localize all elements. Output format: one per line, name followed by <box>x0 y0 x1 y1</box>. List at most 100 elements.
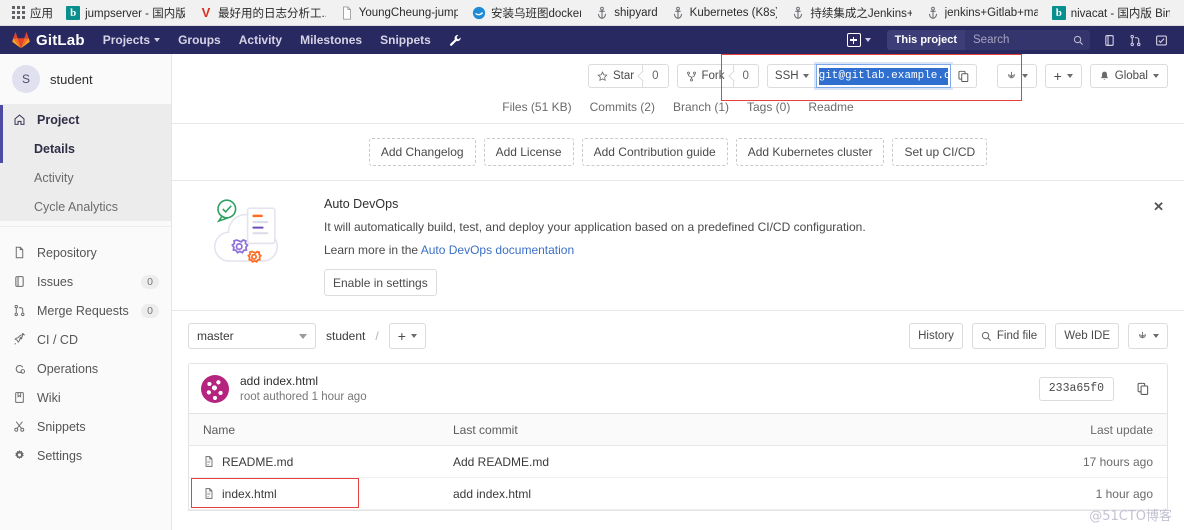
nav-item-groups[interactable]: Groups <box>178 33 221 47</box>
bookmark-youngcheung[interactable]: YoungCheung-jump <box>334 4 466 22</box>
chevron-down-icon <box>1153 74 1159 78</box>
download-dropdown-button[interactable] <box>1128 323 1168 349</box>
clone-protocol-dropdown[interactable]: SSH <box>766 64 816 88</box>
file-last-commit[interactable]: add index.html <box>453 487 1033 501</box>
nav-item-milestones[interactable]: Milestones <box>300 33 362 47</box>
bookmark-label: jenkins+Gitlab+ma <box>944 6 1038 19</box>
bookmark-nivacat[interactable]: b nivacat - 国内版 Bin <box>1046 3 1178 23</box>
sidebar-item-ci-cd[interactable]: CI / CD <box>0 325 171 354</box>
nav-item-admin[interactable] <box>449 34 462 47</box>
add-license-button[interactable]: Add License <box>483 138 574 166</box>
fork-button[interactable]: Fork <box>676 64 734 88</box>
nav-item-snippets[interactable]: Snippets <box>380 33 431 47</box>
issues-icon[interactable] <box>1096 26 1122 54</box>
nav-item-activity[interactable]: Activity <box>239 33 282 47</box>
close-icon[interactable]: ✕ <box>1153 199 1164 215</box>
tab-readme[interactable]: Readme <box>808 100 853 114</box>
file-last-update: 1 hour ago <box>1095 486 1153 501</box>
table-header-row: Name Last commit Last update <box>189 414 1167 446</box>
sidebar-item-snippets[interactable]: Snippets <box>0 412 171 441</box>
search-icon <box>981 331 991 341</box>
copy-clone-url-button[interactable] <box>950 64 977 88</box>
tab-branch[interactable]: Branch (1) <box>673 100 729 114</box>
copy-sha-button[interactable] <box>1131 377 1155 401</box>
todos-icon[interactable] <box>1148 26 1174 54</box>
sidebar-item-wiki[interactable]: Wiki <box>0 383 171 412</box>
nav-label: Groups <box>178 33 221 47</box>
sidebar-project-header[interactable]: S student <box>0 54 171 105</box>
column-header-last-update: Last update <box>1090 422 1153 437</box>
star-button[interactable]: Star <box>588 64 644 88</box>
sidebar-item-label: Operations <box>37 361 99 376</box>
sidebar-main-group: Repository Issues 0 Merge Requests 0 CI … <box>0 232 171 476</box>
breadcrumb[interactable]: student <box>326 329 365 343</box>
file-last-commit[interactable]: Add README.md <box>453 455 1033 469</box>
add-dropdown-button[interactable]: + <box>1044 64 1082 88</box>
sidebar-item-label: Settings <box>37 448 83 463</box>
search-scope-chip[interactable]: This project <box>886 30 965 50</box>
gitlab-logo-link[interactable]: GitLab <box>12 32 85 49</box>
bookmark-jumpserver[interactable]: b jumpserver - 国内版 <box>60 3 193 23</box>
add-kubernetes-cluster-button[interactable]: Add Kubernetes cluster <box>735 138 885 166</box>
tab-files[interactable]: Files (51 KB) <box>502 100 571 114</box>
bookmark-jenkins-ci[interactable]: 持续集成之Jenkins+ <box>785 3 919 23</box>
enable-in-settings-button[interactable]: Enable in settings <box>324 269 437 296</box>
bookmark-ubuntu-docker[interactable]: 安装乌班图docker <box>466 3 589 23</box>
new-dropdown-button[interactable] <box>846 33 871 47</box>
sidebar-item-repository[interactable]: Repository <box>0 238 171 267</box>
tab-tags[interactable]: Tags (0) <box>747 100 790 114</box>
plus-icon: + <box>397 328 406 344</box>
notification-dropdown-button[interactable]: Global <box>1089 64 1168 88</box>
sidebar-item-activity[interactable]: Activity <box>0 163 171 192</box>
learn-more-prefix: Learn more in the <box>324 243 421 257</box>
star-label: Star <box>613 70 635 82</box>
project-stats-tabs: Files (51 KB) Commits (2) Branch (1) Tag… <box>172 88 1184 124</box>
add-contribution-guide-button[interactable]: Add Contribution guide <box>581 138 728 166</box>
nav-item-projects[interactable]: Projects <box>103 33 161 47</box>
avatar: S <box>12 65 40 93</box>
copy-icon <box>958 70 968 82</box>
anchor-icon <box>671 6 685 20</box>
sidebar-item-project[interactable]: Project <box>0 105 171 134</box>
sidebar-item-details[interactable]: Details <box>0 134 171 163</box>
clone-url-group: SSH git@gitlab.example.com:mdj/stud <box>766 64 977 88</box>
tab-commits[interactable]: Commits (2) <box>590 100 655 114</box>
auto-devops-banner: Auto DevOps It will automatically build,… <box>172 181 1184 311</box>
auto-devops-doc-link[interactable]: Auto DevOps documentation <box>421 243 574 257</box>
home-icon <box>12 113 27 126</box>
commit-message[interactable]: add index.html <box>240 374 1028 388</box>
bookmark-shipyard[interactable]: shipyard <box>589 4 664 22</box>
search-input[interactable]: Search <box>965 30 1090 50</box>
bookmark-jenkins-gitlab[interactable]: jenkins+Gitlab+ma <box>920 4 1046 22</box>
set-up-ci-cd-button[interactable]: Set up CI/CD <box>892 138 988 166</box>
file-name[interactable]: index.html <box>222 487 277 501</box>
table-row[interactable]: index.html add index.html 1 hour ago <box>189 478 1167 510</box>
sidebar-item-operations[interactable]: Operations <box>0 354 171 383</box>
repository-toolbar: master student / + History Find file Web… <box>172 311 1184 359</box>
add-changelog-button[interactable]: Add Changelog <box>368 138 476 166</box>
merge-requests-icon[interactable] <box>1122 26 1148 54</box>
history-button[interactable]: History <box>909 323 963 349</box>
bookmark-kubernetes[interactable]: Kubernetes (K8s) <box>665 4 786 22</box>
branch-dropdown-button[interactable] <box>996 64 1037 88</box>
web-ide-button[interactable]: Web IDE <box>1055 323 1119 349</box>
apps-shortcut[interactable]: 应用 <box>6 3 60 23</box>
auto-devops-text: Auto DevOps It will automatically build,… <box>324 197 1162 296</box>
sidebar-item-settings[interactable]: Settings <box>0 441 171 470</box>
last-commit-box: add index.html root authored 1 hour ago … <box>188 363 1168 414</box>
add-to-tree-button[interactable]: + <box>388 323 426 349</box>
project-name-label: student <box>50 71 93 87</box>
commit-sha[interactable]: 233a65f0 <box>1038 376 1114 401</box>
file-name[interactable]: README.md <box>222 455 293 469</box>
bookmark-log-analysis[interactable]: V 最好用的日志分析工.. <box>193 3 334 23</box>
chevron-down-icon <box>154 38 161 42</box>
sidebar-item-issues[interactable]: Issues 0 <box>0 267 171 296</box>
clone-url-input[interactable]: git@gitlab.example.com:mdj/stud <box>815 64 951 88</box>
sidebar-item-cycle-analytics[interactable]: Cycle Analytics <box>0 192 171 221</box>
table-row[interactable]: README.md Add README.md 17 hours ago <box>189 446 1167 478</box>
sidebar-item-merge-requests[interactable]: Merge Requests 0 <box>0 296 171 325</box>
find-file-button[interactable]: Find file <box>971 323 1047 349</box>
branch-selector[interactable]: master <box>188 323 316 349</box>
sidebar-item-label: Project <box>37 112 80 127</box>
sidebar-item-label: Issues <box>37 274 74 289</box>
